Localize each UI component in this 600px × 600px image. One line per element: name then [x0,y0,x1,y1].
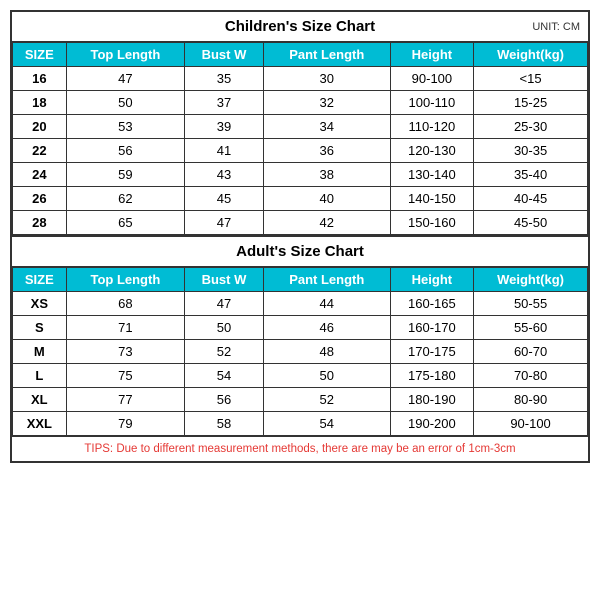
unit-label: UNIT: CM [532,21,580,33]
table-row: 18503732100-11015-25 [13,91,588,115]
table-row: 26624540140-15040-45 [13,187,588,211]
children-col-height: Height [390,43,473,67]
table-row: 1647353090-100<15 [13,67,588,91]
adult-col-size: SIZE [13,268,67,292]
table-row: S715046160-17055-60 [13,316,588,340]
children-col-size: SIZE [13,43,67,67]
children-table: SIZE Top Length Bust W Pant Length Heigh… [12,42,588,235]
children-title-row: Children's Size Chart UNIT: CM [12,12,588,42]
table-row: 24594338130-14035-40 [13,163,588,187]
children-col-bust-w: Bust W [185,43,264,67]
adult-header-row: SIZE Top Length Bust W Pant Length Heigh… [13,268,588,292]
children-col-pant-length: Pant Length [263,43,390,67]
adult-title-row: Adult's Size Chart [12,235,588,267]
table-row: 22564136120-13030-35 [13,139,588,163]
adult-col-weight: Weight(kg) [474,268,588,292]
table-row: XL775652180-19080-90 [13,388,588,412]
children-header-row: SIZE Top Length Bust W Pant Length Heigh… [13,43,588,67]
adult-table: SIZE Top Length Bust W Pant Length Heigh… [12,267,588,436]
adult-col-pant-length: Pant Length [263,268,390,292]
children-col-weight: Weight(kg) [474,43,588,67]
table-row: L755450175-18070-80 [13,364,588,388]
adult-col-top-length: Top Length [66,268,184,292]
size-chart-container: Children's Size Chart UNIT: CM SIZE Top … [10,10,590,463]
adult-col-bust-w: Bust W [185,268,264,292]
children-chart-title: Children's Size Chart [225,18,375,35]
table-row: XXL795854190-20090-100 [13,412,588,436]
adult-chart-title: Adult's Size Chart [236,243,364,260]
table-row: M735248170-17560-70 [13,340,588,364]
table-row: 28654742150-16045-50 [13,211,588,235]
tips-text: TIPS: Due to different measurement metho… [84,443,515,455]
children-col-top-length: Top Length [66,43,184,67]
table-row: XS684744160-16550-55 [13,292,588,316]
tips-row: TIPS: Due to different measurement metho… [12,436,588,461]
table-row: 20533934110-12025-30 [13,115,588,139]
adult-col-height: Height [390,268,473,292]
